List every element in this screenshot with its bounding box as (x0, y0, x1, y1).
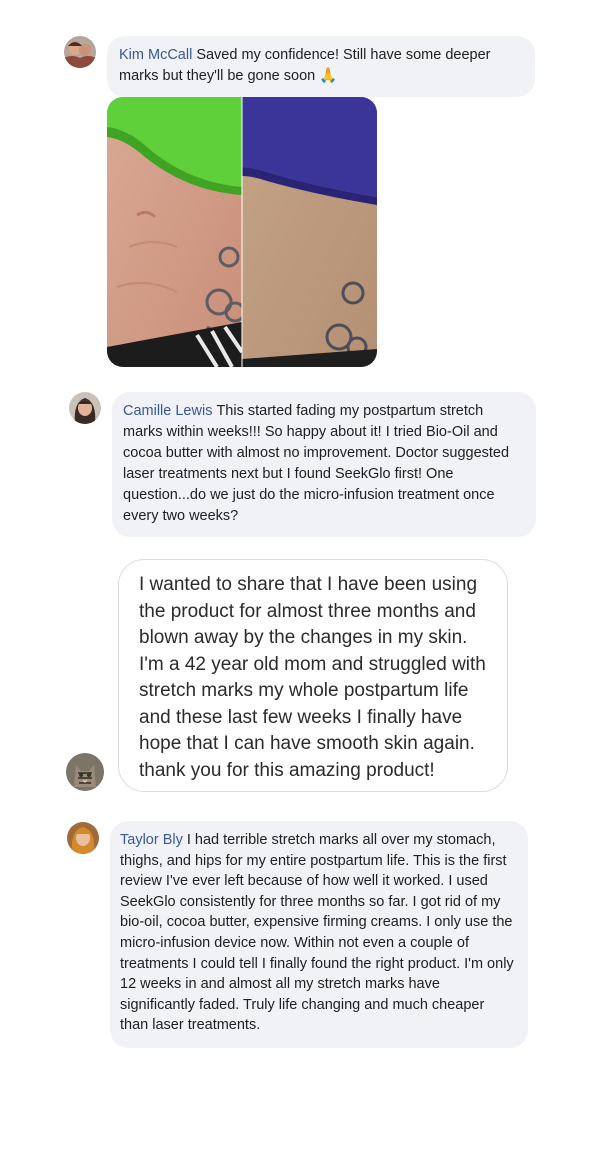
before-after-photo[interactable] (107, 97, 377, 367)
avatar-cat[interactable] (66, 753, 104, 791)
comment-author-link[interactable]: Taylor Bly (120, 832, 183, 848)
comment-author-link[interactable]: Camille Lewis (123, 403, 212, 419)
comment-bubble-kim-mccall: Kim McCall Saved my confidence! Still hav… (107, 36, 535, 97)
comment-text: This started fading my postpartum stretc… (123, 403, 510, 524)
comment-text: I had terrible stretch marks all over my… (120, 832, 514, 1034)
comment-bubble-taylor-bly: Taylor Bly I had terrible stretch marks a… (110, 821, 528, 1048)
avatar-taylor-bly[interactable] (67, 822, 99, 854)
comment-bubble-camille-lewis: Camille Lewis This started fading my post… (112, 392, 536, 537)
comment-author-link[interactable]: Kim McCall (119, 47, 192, 63)
avatar-kim-mccall[interactable] (64, 36, 96, 68)
avatar-camille-lewis[interactable] (69, 392, 101, 424)
review-text: I wanted to share that I have been using… (139, 574, 486, 781)
review-card: I wanted to share that I have been using… (118, 559, 508, 792)
